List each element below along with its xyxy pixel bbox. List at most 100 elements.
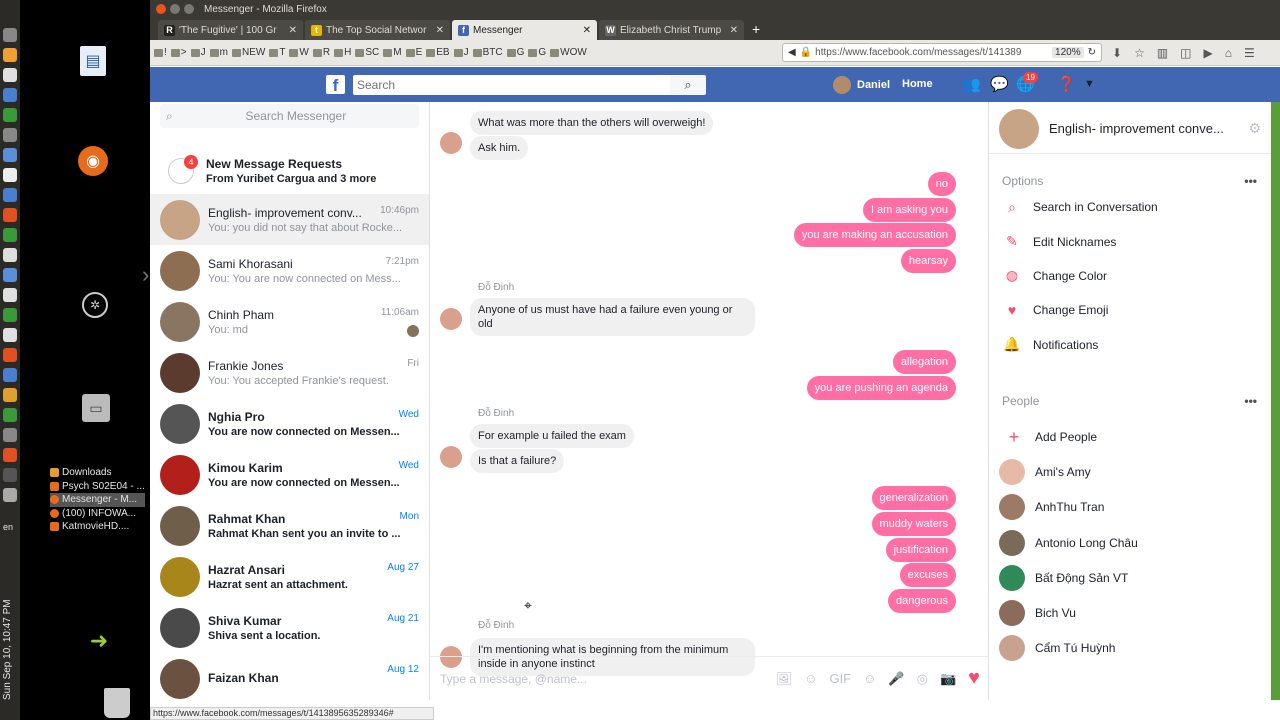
launcher-app-icon[interactable] bbox=[3, 168, 17, 182]
outgoing-message[interactable]: allegation bbox=[892, 350, 956, 374]
message-requests[interactable]: 4 New Message Requests From Yuribet Carg… bbox=[150, 148, 429, 194]
zoom-level[interactable]: 120% bbox=[1052, 47, 1084, 58]
bookmark-item[interactable]: H bbox=[334, 47, 351, 58]
conversation-item[interactable]: English- improvement conv... You: you did… bbox=[150, 194, 429, 245]
recent-item[interactable]: Psych S02E04 - ... bbox=[50, 480, 145, 494]
bookmark-item[interactable]: J bbox=[190, 47, 206, 58]
sender-avatar[interactable] bbox=[440, 308, 462, 330]
launcher-app-icon[interactable] bbox=[3, 48, 17, 62]
drive-icon[interactable]: ▭ bbox=[82, 394, 110, 422]
outgoing-message[interactable]: generalization bbox=[871, 486, 956, 510]
pocket-icon[interactable]: ◫ bbox=[1180, 46, 1191, 60]
recent-item[interactable]: (100) INFOWA... bbox=[50, 507, 145, 521]
sender-avatar[interactable] bbox=[440, 446, 462, 468]
option-item[interactable]: ◍ Change Color bbox=[989, 259, 1271, 293]
chevron-right-icon[interactable]: › bbox=[142, 262, 149, 288]
outgoing-message[interactable]: muddy waters bbox=[871, 512, 956, 536]
close-window-button[interactable] bbox=[156, 4, 166, 14]
conversation-item[interactable]: Hazrat Ansari Hazrat sent an attachment. A… bbox=[150, 551, 429, 602]
games-icon[interactable]: ◎ bbox=[917, 671, 928, 687]
option-item[interactable]: 🔔 Notifications bbox=[989, 328, 1271, 362]
gif-icon[interactable]: GIF bbox=[829, 671, 851, 686]
person-item[interactable]: Antonio Long Châu bbox=[989, 525, 1271, 560]
launcher-app-icon[interactable] bbox=[3, 308, 17, 322]
incoming-message[interactable]: What was more than the others will overw… bbox=[470, 111, 714, 135]
gear-icon[interactable]: ⚙ bbox=[1248, 120, 1261, 137]
close-tab-icon[interactable]: ✕ bbox=[436, 25, 444, 36]
person-item[interactable]: Ami's Amy bbox=[989, 454, 1271, 489]
launcher-app-icon[interactable] bbox=[3, 108, 17, 122]
url-text[interactable]: https://www.facebook.com/messages/t/1413… bbox=[815, 47, 1052, 58]
option-item[interactable]: ⌕ Search in Conversation bbox=[989, 190, 1271, 224]
home-icon[interactable]: ⌂ bbox=[1225, 46, 1232, 60]
bookmark-item[interactable]: BTC bbox=[472, 47, 503, 58]
launcher-app-icon[interactable] bbox=[3, 88, 17, 102]
conversation-item[interactable]: Faizan Khan Aug 12 bbox=[150, 653, 429, 700]
page-scrollbar[interactable] bbox=[1271, 102, 1280, 700]
youtube-icon[interactable]: ▶ bbox=[1204, 46, 1213, 60]
outgoing-message[interactable]: you are pushing an agenda bbox=[806, 376, 956, 400]
launcher-app-icon[interactable] bbox=[3, 368, 17, 382]
outgoing-message[interactable]: justification bbox=[885, 538, 956, 562]
launcher-app-icon[interactable] bbox=[3, 288, 17, 302]
download-icon[interactable]: ⬇ bbox=[1112, 46, 1122, 60]
close-tab-icon[interactable]: ✕ bbox=[289, 25, 297, 36]
conversation-title[interactable]: English- improvement conve... bbox=[1049, 121, 1248, 136]
outgoing-message[interactable]: no bbox=[927, 172, 956, 196]
browser-tab[interactable]: R 'The Fugitive' | 100 Gr ✕ bbox=[158, 20, 303, 40]
incoming-message[interactable]: Anyone of us must have had a failure eve… bbox=[470, 298, 755, 336]
outgoing-message[interactable]: you are making an accusation bbox=[793, 223, 956, 247]
camera-icon[interactable]: 📷 bbox=[940, 671, 956, 687]
compose-input[interactable]: Type a message, @name... bbox=[440, 672, 776, 686]
trash-icon[interactable] bbox=[104, 688, 130, 718]
conversation-item[interactable]: Shiva Kumar Shiva sent a location. Aug 21 bbox=[150, 602, 429, 653]
bookmark-item[interactable]: J bbox=[453, 47, 469, 58]
launcher-app-icon[interactable] bbox=[3, 388, 17, 402]
bookmark-item[interactable]: R bbox=[312, 47, 330, 58]
back-arrow-icon[interactable]: ◀ bbox=[788, 47, 796, 58]
add-people-button[interactable]: + Add People bbox=[989, 420, 1271, 454]
ubuntu-icon[interactable]: ✲ bbox=[82, 292, 108, 318]
browser-tab[interactable]: f Messenger ✕ bbox=[452, 20, 597, 40]
conversation-item[interactable]: Chinh Pham You: md 11:06am bbox=[150, 296, 429, 347]
reload-icon[interactable]: ↻ bbox=[1088, 47, 1096, 58]
option-item[interactable]: ✎ Edit Nicknames bbox=[989, 224, 1271, 258]
new-tab-button[interactable]: + bbox=[752, 20, 760, 40]
conversation-item[interactable]: Kimou Karim You are now connected on Mess… bbox=[150, 449, 429, 500]
home-link[interactable]: Home bbox=[902, 78, 933, 90]
launcher-app-icon[interactable] bbox=[3, 228, 17, 242]
document-icon[interactable]: ▤ bbox=[80, 46, 106, 76]
bookmark-item[interactable]: T bbox=[269, 47, 285, 58]
launcher-app-icon[interactable] bbox=[3, 268, 17, 282]
launcher-app-icon[interactable] bbox=[3, 488, 17, 502]
gif-sticker-icon[interactable]: 🖼 bbox=[776, 671, 793, 687]
conversation-item[interactable]: Frankie Jones You: You accepted Frankie's… bbox=[150, 347, 429, 398]
bookmark-item[interactable]: ! bbox=[154, 47, 167, 58]
incoming-message[interactable]: Is that a failure? bbox=[470, 449, 565, 473]
facebook-search-input[interactable] bbox=[353, 75, 705, 95]
launcher-app-icon[interactable] bbox=[3, 348, 17, 362]
bookmark-item[interactable]: EB bbox=[426, 47, 450, 58]
firefox-icon[interactable]: ◉ bbox=[78, 146, 108, 176]
launcher-app-icon[interactable] bbox=[3, 208, 17, 222]
close-tab-icon[interactable]: ✕ bbox=[730, 25, 738, 36]
friend-requests-icon[interactable]: 👥 bbox=[962, 75, 981, 93]
library-icon[interactable]: ▥ bbox=[1157, 46, 1168, 60]
url-bar[interactable]: ◀ 🔒 https://www.facebook.com/messages/t/… bbox=[782, 43, 1102, 62]
bookmark-item[interactable]: E bbox=[405, 47, 422, 58]
outgoing-message[interactable]: I am asking you bbox=[862, 198, 956, 222]
person-item[interactable]: Cẩm Tú Huỳnh bbox=[989, 631, 1271, 666]
system-clock[interactable]: Sun Sep 10, 10:47 PM bbox=[2, 560, 18, 700]
launcher-app-icon[interactable] bbox=[3, 328, 17, 342]
browser-tab[interactable]: t The Top Social Networ ✕ bbox=[305, 20, 450, 40]
conversation-item[interactable]: Sami Khorasani You: You are now connected… bbox=[150, 245, 429, 296]
outgoing-message[interactable]: dangerous bbox=[888, 589, 956, 613]
incoming-message[interactable]: Ask him. bbox=[470, 136, 529, 160]
launcher-app-icon[interactable] bbox=[3, 468, 17, 482]
launcher-app-icon[interactable] bbox=[3, 148, 17, 162]
launcher-app-icon[interactable] bbox=[3, 408, 17, 422]
launcher-app-icon[interactable] bbox=[3, 28, 17, 42]
conversation-item[interactable]: Rahmat Khan Rahmat Khan sent you an invit… bbox=[150, 500, 429, 551]
bookmark-item[interactable]: G bbox=[506, 47, 524, 58]
bookmark-item[interactable]: G bbox=[528, 47, 546, 58]
